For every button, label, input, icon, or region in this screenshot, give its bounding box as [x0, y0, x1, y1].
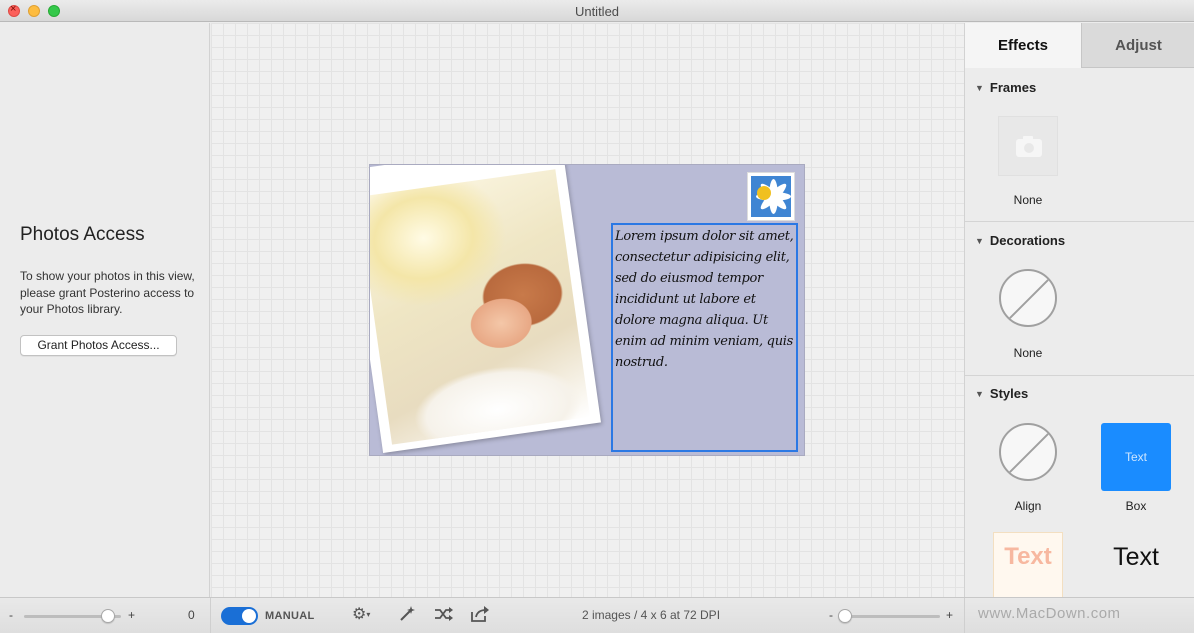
effects-panel: Effects Adjust ▼ Frames None ▼ Decorations… — [964, 23, 1194, 597]
camera-icon — [1016, 136, 1042, 157]
sidebar-zoom-value: 0 — [188, 608, 195, 622]
poster-canvas[interactable]: Lorem ipsum dolor sit amet, consectetur … — [211, 23, 964, 597]
window-title: Untitled — [574, 4, 620, 19]
tab-effects[interactable]: Effects — [965, 23, 1081, 68]
toolbar-divider — [210, 598, 211, 633]
styles-section-header[interactable]: ▼ Styles — [975, 386, 1028, 401]
postcard[interactable]: Lorem ipsum dolor sit amet, consectetur … — [370, 165, 804, 455]
canvas-zoom-in-label[interactable]: + — [946, 608, 953, 622]
decorations-section-title: Decorations — [989, 233, 1066, 248]
sidebar-zoom-out-label[interactable]: - — [9, 608, 13, 622]
disclosure-triangle-icon: ▼ — [975, 83, 984, 93]
postcard-text[interactable]: Lorem ipsum dolor sit amet, consectetur … — [615, 226, 794, 373]
bottom-toolbar: - + 0 MANUAL ⚙▾ 2 images / 4 x 6 at 72 D… — [0, 597, 1194, 633]
manual-mode-toggle[interactable] — [221, 607, 258, 625]
style-box-label: Box — [1125, 499, 1147, 513]
toolbar-divider — [964, 598, 965, 633]
photo-frame[interactable] — [370, 165, 601, 453]
photos-sidebar: Photos Access To show your photos in thi… — [0, 23, 210, 597]
canvas-zoom-slider[interactable] — [840, 615, 940, 618]
frame-none-thumbnail[interactable] — [998, 116, 1058, 176]
magic-wand-icon[interactable] — [398, 605, 416, 629]
styles-section-title: Styles — [989, 386, 1029, 401]
sleeping-woman-photo[interactable] — [370, 169, 591, 445]
daisy-stamp-icon — [751, 176, 791, 217]
tab-adjust[interactable]: Adjust — [1081, 23, 1194, 68]
style-align-thumbnail[interactable] — [999, 423, 1057, 481]
photos-access-message: To show your photos in this view, please… — [20, 269, 195, 316]
frames-section-header[interactable]: ▼ Frames — [975, 80, 1036, 95]
canvas-zoom-out-label[interactable]: - — [829, 608, 833, 622]
section-divider — [965, 221, 1194, 222]
grant-photos-access-button[interactable]: Grant Photos Access... — [20, 335, 177, 356]
style-outline-text-thumbnail[interactable]: Text — [993, 532, 1063, 597]
style-align-label: Align — [1014, 499, 1042, 513]
watermark-text: www.MacDown.com — [978, 605, 1121, 622]
sidebar-zoom-slider-knob[interactable] — [101, 609, 115, 623]
title-bar: Untitled — [0, 0, 1194, 22]
document-status: 2 images / 4 x 6 at 72 DPI — [581, 608, 721, 622]
decorations-section-header[interactable]: ▼ Decorations — [975, 233, 1065, 248]
style-plain-text-thumbnail[interactable]: Text — [1101, 532, 1171, 597]
style-box-thumbnail[interactable]: Text — [1101, 423, 1171, 491]
stamp-decoration[interactable] — [748, 173, 794, 220]
section-divider — [965, 375, 1194, 376]
frames-section-title: Frames — [989, 80, 1037, 95]
decoration-none-thumbnail[interactable] — [999, 269, 1057, 327]
manual-mode-label: MANUAL — [265, 610, 315, 622]
panel-tabs: Effects Adjust — [965, 23, 1194, 68]
photos-access-title: Photos Access — [20, 224, 145, 245]
frame-none-label: None — [1013, 193, 1043, 207]
disclosure-triangle-icon: ▼ — [975, 236, 984, 246]
shuffle-icon[interactable] — [434, 605, 454, 629]
postcard-text-box[interactable]: Lorem ipsum dolor sit amet, consectetur … — [611, 223, 798, 452]
decoration-none-label: None — [1013, 346, 1043, 360]
gear-icon[interactable]: ⚙▾ — [352, 605, 370, 625]
canvas-zoom-slider-knob[interactable] — [838, 609, 852, 623]
share-icon[interactable] — [470, 605, 490, 629]
disclosure-triangle-icon: ▼ — [975, 389, 984, 399]
sidebar-zoom-in-label[interactable]: + — [128, 608, 135, 622]
